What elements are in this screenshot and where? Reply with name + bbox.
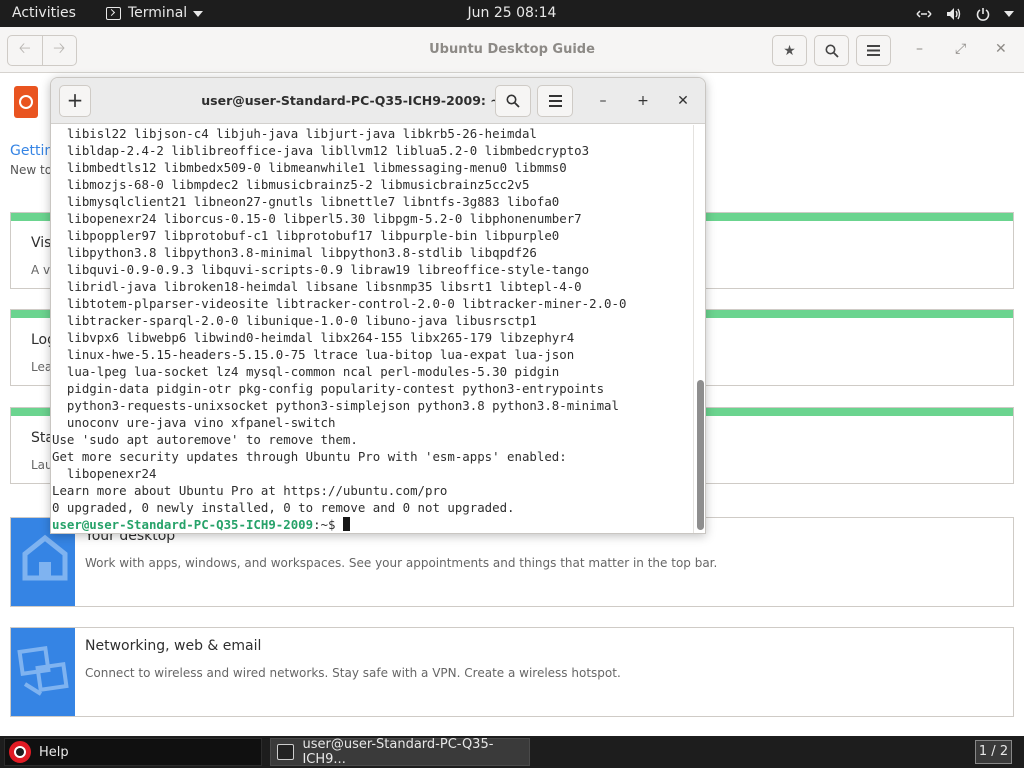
hamburger-icon xyxy=(867,45,880,56)
network-wired-icon xyxy=(916,9,932,18)
search-icon xyxy=(825,44,839,58)
terminal-maximize-button[interactable]: + xyxy=(633,91,653,111)
terminal-search-button[interactable] xyxy=(495,85,531,117)
minimize-icon: – xyxy=(916,41,923,57)
terminal-line: libtotem-plparser-videosite libtracker-c… xyxy=(52,296,627,311)
terminal-line: libridl-java libroken18-heimdal libsane … xyxy=(52,279,582,294)
terminal-line: libldap-2.4-2 liblibreoffice-java libllv… xyxy=(52,143,590,158)
terminal-line: linux-hwe-5.15-headers-5.15.0-75 ltrace … xyxy=(52,347,575,362)
scrollbar-thumb[interactable] xyxy=(697,380,704,530)
terminal-line: Use 'sudo apt autoremove' to remove them… xyxy=(52,432,358,447)
lifebuoy-icon xyxy=(9,741,31,763)
plus-icon: + xyxy=(66,88,84,112)
close-icon: ✕ xyxy=(995,41,1007,57)
terminal-icon xyxy=(277,744,295,760)
workspace-indicator[interactable]: 1 / 2 xyxy=(975,740,1012,764)
terminal-line: 0 upgraded, 0 newly installed, 0 to remo… xyxy=(52,500,515,515)
terminal-close-button[interactable]: ✕ xyxy=(673,91,693,111)
terminal-line: libopenexr24 xyxy=(52,466,157,481)
prompt-user-host: user@user-Standard-PC-Q35-ICH9-2009 xyxy=(52,517,314,532)
star-icon: ★ xyxy=(783,42,796,59)
card-description: A v xyxy=(31,263,51,277)
terminal-line: libmbedtls12 libmbedx509-0 libmeanwhile1… xyxy=(52,160,567,175)
terminal-line: pidgin-data pidgin-otr pkg-config popula… xyxy=(52,381,605,396)
clock[interactable]: Jun 25 08:14 xyxy=(0,0,1024,27)
new-tab-button[interactable]: + xyxy=(59,85,91,117)
terminal-line: libpoppler97 libprotobuf-c1 libprotobuf1… xyxy=(52,228,560,243)
ubuntu-logo-icon xyxy=(14,86,38,118)
terminal-window[interactable]: + user@user-Standard-PC-Q35-ICH9-2009: ~… xyxy=(50,77,706,534)
terminal-menu-button[interactable] xyxy=(537,85,573,117)
restore-icon: ⤢ xyxy=(955,41,967,57)
terminal-line: libisl22 libjson-c4 libjuh-java libjurt-… xyxy=(52,126,537,141)
hamburger-icon xyxy=(548,95,562,97)
minimize-icon: – xyxy=(599,93,607,109)
volume-icon xyxy=(947,7,961,20)
card-title: Networking, web & email xyxy=(85,638,262,654)
terminal-line: python3-requests-unixsocket python3-simp… xyxy=(52,398,619,413)
card-description: Connect to wireless and wired networks. … xyxy=(85,666,621,680)
prompt-path: :~$ xyxy=(313,517,343,532)
bookmark-button[interactable]: ★ xyxy=(772,35,807,66)
search-icon xyxy=(506,94,520,108)
terminal-lines: libisl22 libjson-c4 libjuh-java libjurt-… xyxy=(52,125,626,533)
terminal-line: libquvi-0.9-0.9.3 libquvi-scripts-0.9 li… xyxy=(52,262,590,277)
terminal-title: user@user-Standard-PC-Q35-ICH9-2009: ~ xyxy=(201,93,501,108)
taskbar-item-label: Help xyxy=(39,744,69,760)
taskbar-item-terminal[interactable]: user@user-Standard-PC-Q35-ICH9... xyxy=(270,737,530,767)
help-window-header: 🡠 🡢 Ubuntu Desktop Guide ★ – ⤢ ✕ xyxy=(0,27,1024,73)
terminal-line: libopenexr24 liborcus-0.15-0 libperl5.30… xyxy=(52,211,582,226)
terminal-scrollbar[interactable] xyxy=(693,125,705,533)
help-menu-button[interactable] xyxy=(856,35,891,66)
terminal-line: Learn more about Ubuntu Pro at https://u… xyxy=(52,483,448,498)
close-icon: ✕ xyxy=(677,93,689,109)
terminal-line: libmozjs-68-0 libmpdec2 libmusicbrainz5-… xyxy=(52,177,530,192)
power-icon xyxy=(976,7,990,21)
network-icon xyxy=(11,628,75,716)
terminal-line: Get more security updates through Ubuntu… xyxy=(52,449,567,464)
topic-card-networking[interactable]: Networking, web & email Connect to wirel… xyxy=(10,627,1014,717)
terminal-line: lua-lpeg lua-socket lz4 mysql-common nca… xyxy=(52,364,560,379)
bottom-taskbar: Help user@user-Standard-PC-Q35-ICH9... 1… xyxy=(0,736,1024,768)
terminal-minimize-button[interactable]: – xyxy=(593,91,613,111)
chevron-down-icon xyxy=(1004,10,1014,17)
help-minimize-button[interactable]: – xyxy=(916,41,923,57)
breadcrumb-link[interactable]: Gettin xyxy=(10,143,53,159)
terminal-line: libvpx6 libwebp6 libwind0-heimdal libx26… xyxy=(52,330,575,345)
help-search-button[interactable] xyxy=(814,35,849,66)
terminal-line: libtracker-sparql-2.0-0 libunique-1.0-0 … xyxy=(52,313,537,328)
terminal-headerbar[interactable]: + user@user-Standard-PC-Q35-ICH9-2009: ~… xyxy=(51,78,705,124)
taskbar-item-label: user@user-Standard-PC-Q35-ICH9... xyxy=(302,737,494,767)
terminal-output[interactable]: libisl22 libjson-c4 libjuh-java libjurt-… xyxy=(51,125,693,533)
system-tray[interactable] xyxy=(916,0,1014,27)
help-restore-button[interactable]: ⤢ xyxy=(955,41,966,57)
text-cursor xyxy=(342,517,350,531)
terminal-line: unoconv ure-java vino xfpanel-switch xyxy=(52,415,336,430)
top-bar: Activities Terminal Jun 25 08:14 xyxy=(0,0,1024,27)
plus-icon: + xyxy=(637,93,649,109)
card-description: Work with apps, windows, and workspaces.… xyxy=(85,556,718,570)
taskbar-item-help[interactable]: Help xyxy=(4,738,262,766)
terminal-prompt-line[interactable]: user@user-Standard-PC-Q35-ICH9-2009:~$ xyxy=(52,516,626,533)
terminal-line: libmysqlclient21 libneon27-gnutls libnet… xyxy=(52,194,560,209)
breadcrumb-subtitle: New to xyxy=(10,163,53,177)
help-close-button[interactable]: ✕ xyxy=(995,41,1007,57)
terminal-line: libpython3.8 libpython3.8-minimal libpyt… xyxy=(52,245,537,260)
card-title: Vis xyxy=(31,235,52,251)
